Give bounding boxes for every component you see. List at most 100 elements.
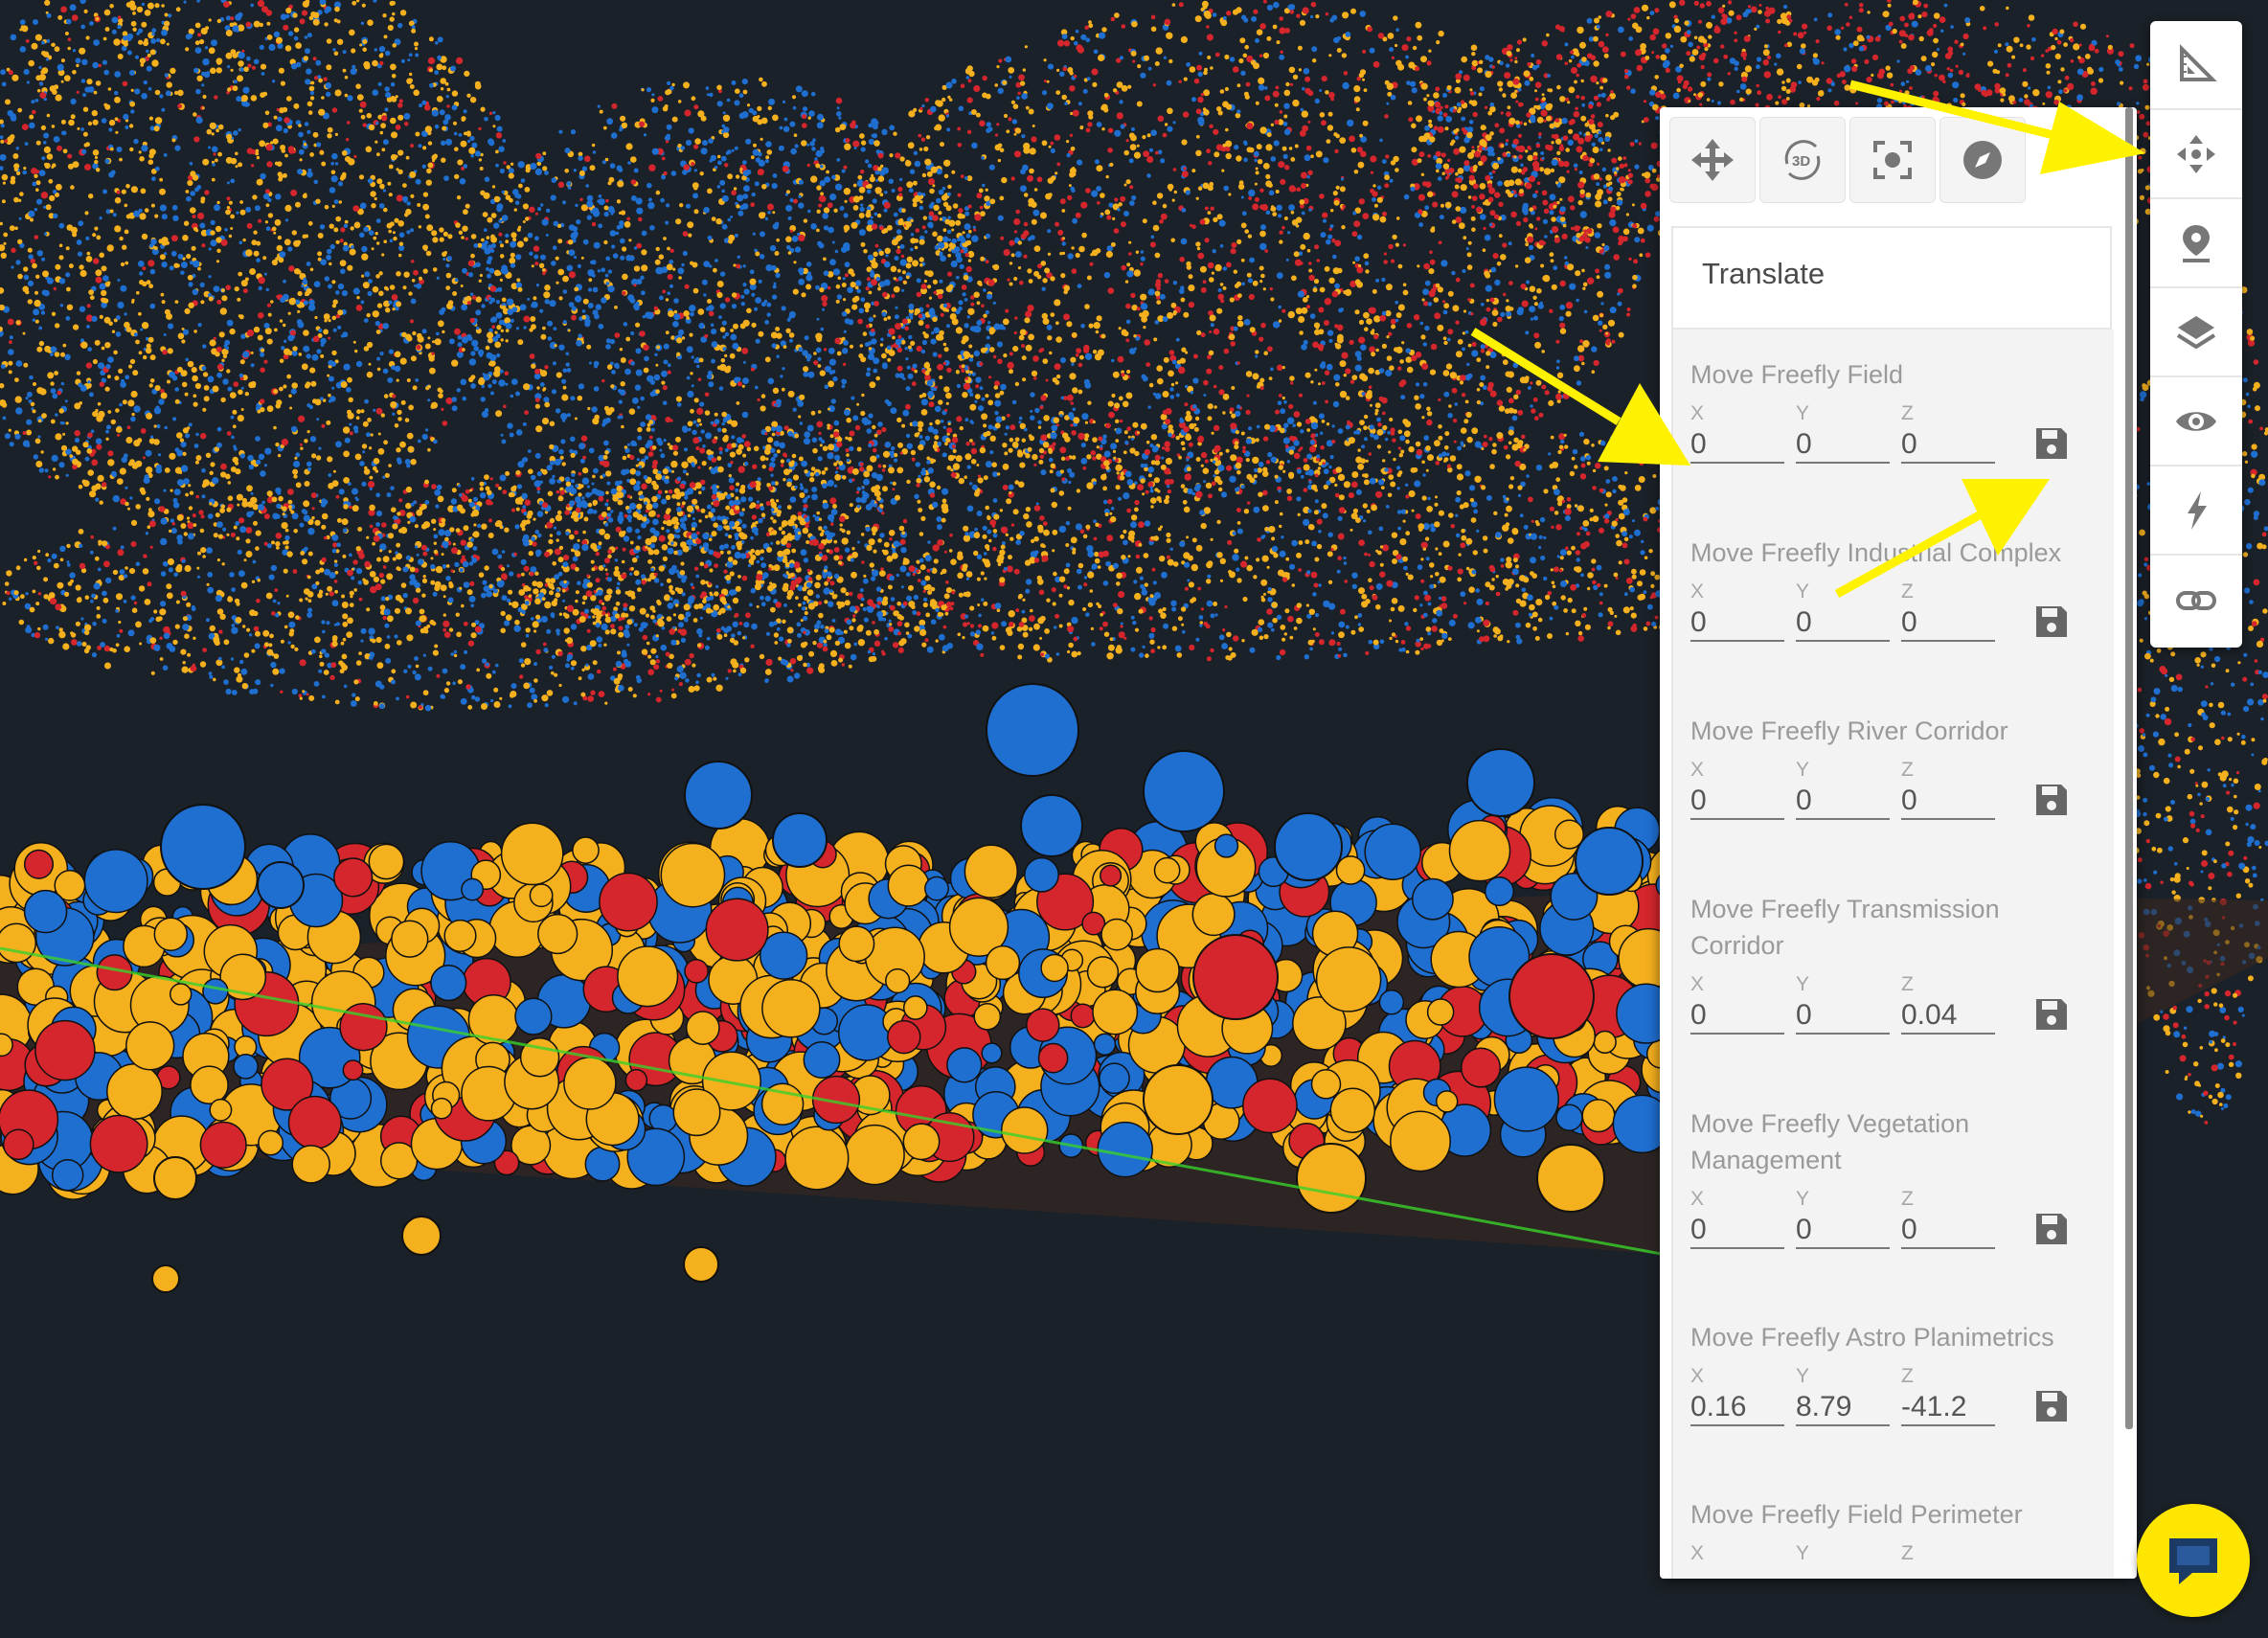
x-axis-label: X — [1690, 580, 1705, 603]
save-button[interactable] — [2031, 780, 2072, 820]
xyz-inputs: X Y Z — [1690, 1188, 2102, 1259]
x-axis-group: X — [1690, 973, 1786, 1035]
y-value-input[interactable] — [1796, 998, 1890, 1035]
layers-tool-button[interactable] — [2150, 288, 2242, 377]
xyz-inputs: X Y Z — [1690, 1542, 2102, 1579]
location-tool-button[interactable] — [2150, 199, 2242, 288]
measure-tool-button[interactable] — [2150, 21, 2242, 110]
save-button[interactable] — [2031, 994, 2072, 1035]
y-value-input[interactable] — [1796, 1213, 1890, 1249]
z-axis-group: Z — [1901, 1542, 1997, 1579]
focus-mode-button[interactable] — [1849, 117, 1936, 203]
z-value-input[interactable] — [1901, 784, 1995, 820]
rotate-3d-mode-button[interactable]: 3D — [1759, 117, 1846, 203]
translate-sections: Move Freefly FieldXYZMove Freefly Indust… — [1671, 330, 2114, 1579]
xyz-inputs: X Y Z — [1690, 580, 2102, 651]
y-axis-group: Y — [1796, 1188, 1892, 1249]
x-axis-group: X — [1690, 580, 1786, 642]
chat-bubble-icon — [2169, 1538, 2217, 1584]
floppy-disk-icon — [2036, 785, 2067, 815]
xyz-inputs: X Y Z — [1690, 402, 2102, 473]
y-value-input[interactable] — [1796, 1567, 1890, 1579]
translate-tool-button[interactable] — [2150, 110, 2242, 199]
z-axis-label: Z — [1901, 1542, 1914, 1564]
mode-toolbar: 3D — [1669, 117, 2030, 211]
z-axis-label: Z — [1901, 973, 1914, 995]
y-value-input[interactable] — [1796, 605, 1890, 642]
translate-section: Move Freefly Field X Y Z — [1690, 356, 2102, 473]
xyz-inputs: X Y Z — [1690, 759, 2102, 830]
z-value-input[interactable] — [1901, 1213, 1995, 1249]
save-button[interactable] — [2031, 1386, 2072, 1426]
x-axis-label: X — [1690, 759, 1705, 781]
xyz-inputs: X Y Z — [1690, 973, 2102, 1044]
floppy-disk-icon — [2036, 1214, 2067, 1244]
y-axis-group: Y — [1796, 1542, 1892, 1579]
x-axis-group: X — [1690, 1188, 1786, 1249]
section-title: Move Freefly Astro Planimetrics — [1690, 1323, 2054, 1352]
z-axis-label: Z — [1901, 1365, 1914, 1387]
y-value-input[interactable] — [1796, 1390, 1890, 1426]
section-title: Move Freefly River Corridor — [1690, 717, 2008, 745]
chat-button[interactable] — [2137, 1504, 2250, 1617]
x-axis-label: X — [1690, 1542, 1705, 1564]
x-value-input[interactable] — [1690, 1390, 1784, 1426]
save-button[interactable] — [2031, 423, 2072, 464]
z-value-input[interactable] — [1901, 427, 1995, 464]
save-button[interactable] — [2031, 602, 2072, 642]
layers-icon — [2176, 315, 2216, 349]
move-arrows-icon — [1691, 139, 1734, 181]
y-axis-label: Y — [1796, 1542, 1810, 1564]
share-link-tool-button[interactable] — [2150, 556, 2242, 645]
y-axis-group: Y — [1796, 1365, 1892, 1426]
x-axis-group: X — [1690, 1365, 1786, 1426]
x-value-input[interactable] — [1690, 427, 1784, 464]
y-axis-group: Y — [1796, 973, 1892, 1035]
right-toolbar — [2150, 21, 2242, 648]
x-value-input[interactable] — [1690, 1567, 1784, 1579]
save-button[interactable] — [2031, 1209, 2072, 1249]
map-pin-icon — [2183, 224, 2210, 262]
y-value-input[interactable] — [1796, 784, 1890, 820]
y-axis-label: Y — [1796, 1365, 1810, 1387]
compass-mode-button[interactable] — [1939, 117, 2026, 203]
move-mode-button[interactable] — [1669, 117, 1756, 203]
section-title: Move Freefly Field — [1690, 360, 1904, 389]
focus-frame-icon — [1873, 141, 1912, 179]
y-axis-group: Y — [1796, 759, 1892, 820]
z-axis-label: Z — [1901, 402, 1914, 424]
x-axis-group: X — [1690, 759, 1786, 820]
y-value-input[interactable] — [1796, 427, 1890, 464]
z-value-input[interactable] — [1901, 998, 1995, 1035]
section-title: Move Freefly Vegetation Management — [1690, 1109, 1970, 1174]
x-value-input[interactable] — [1690, 1213, 1784, 1249]
panel-header: Translate — [1671, 226, 2112, 330]
z-value-input[interactable] — [1901, 1390, 1995, 1426]
section-title: Move Freefly Transmission Corridor — [1690, 895, 2000, 960]
visibility-tool-button[interactable] — [2150, 377, 2242, 466]
x-value-input[interactable] — [1690, 784, 1784, 820]
z-value-input[interactable] — [1901, 605, 1995, 642]
z-axis-label: Z — [1901, 580, 1914, 603]
section-title: Move Freefly Field Perimeter — [1690, 1500, 2023, 1529]
measure-ruler-icon — [2180, 43, 2217, 81]
floppy-disk-icon — [2036, 1391, 2067, 1422]
y-axis-label: Y — [1796, 402, 1810, 424]
x-axis-group: X — [1690, 1542, 1786, 1579]
floppy-disk-icon — [2036, 428, 2067, 459]
translate-section: Move Freefly Industrial Complex X Y Z — [1690, 535, 2102, 651]
panel-scrollbar[interactable] — [2125, 107, 2133, 1429]
move-arrows-icon — [2177, 134, 2215, 173]
rotate-3d-label: 3D — [1792, 153, 1810, 170]
compass-icon — [1963, 141, 2002, 179]
lightning-tool-button[interactable] — [2150, 466, 2242, 556]
x-axis-group: X — [1690, 402, 1786, 464]
z-value-input[interactable] — [1901, 1567, 1995, 1579]
x-value-input[interactable] — [1690, 998, 1784, 1035]
y-axis-label: Y — [1796, 973, 1810, 995]
z-axis-group: Z — [1901, 1188, 1997, 1249]
z-axis-group: Z — [1901, 1365, 1997, 1426]
panel-title: Translate — [1702, 257, 1826, 290]
x-value-input[interactable] — [1690, 605, 1784, 642]
z-axis-label: Z — [1901, 1188, 1914, 1210]
